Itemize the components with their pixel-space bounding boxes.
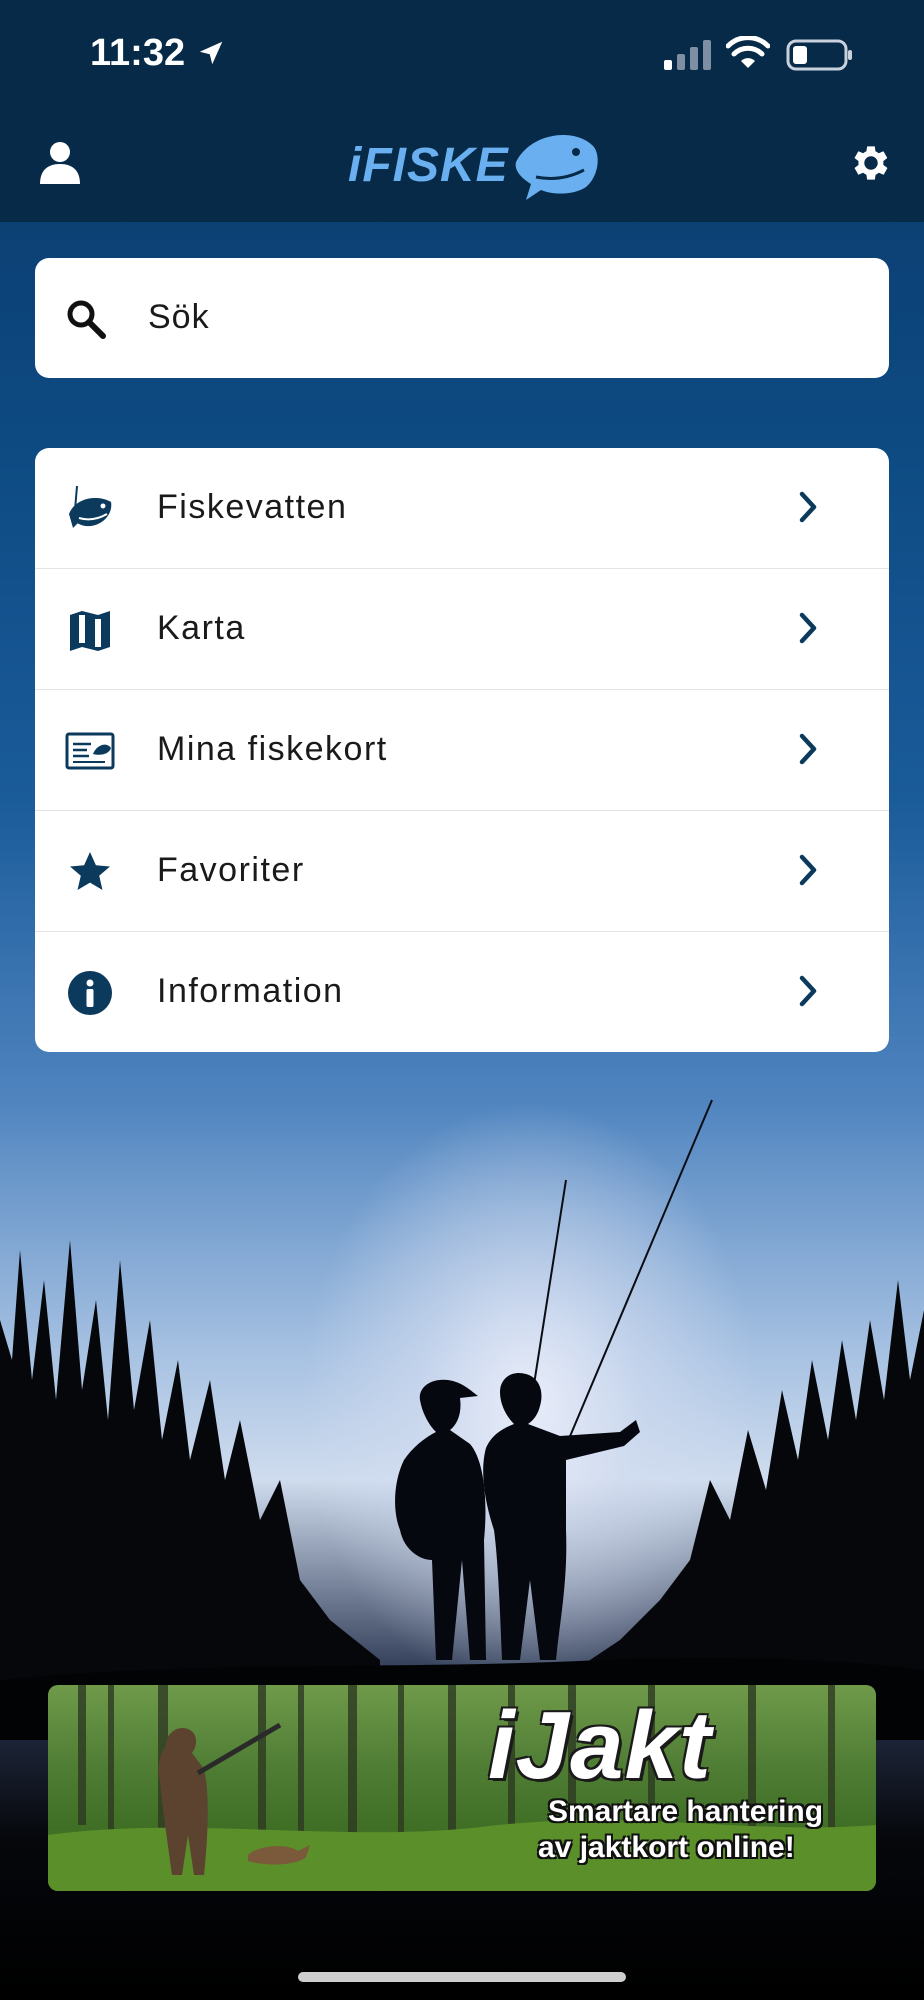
menu-item-favoriter[interactable]: Favoriter	[35, 811, 889, 932]
chevron-right-icon	[799, 854, 817, 886]
gear-icon[interactable]	[848, 140, 894, 186]
menu-item-information[interactable]: Information	[35, 932, 889, 1052]
menu-item-fiskevatten[interactable]: Fiskevatten	[35, 448, 889, 569]
menu-item-label: Information	[157, 972, 344, 1010]
wifi-icon	[726, 36, 770, 68]
status-bar: 11:32	[0, 0, 924, 110]
menu-item-label: Karta	[157, 609, 246, 647]
fish-logo-icon	[515, 135, 598, 200]
menu-item-mina-fiskekort[interactable]: Mina fiskekort	[35, 690, 889, 811]
id-card-icon	[65, 732, 115, 770]
info-icon	[68, 971, 112, 1015]
ad-title: iJakt	[488, 1692, 712, 1799]
main-menu: Fiskevatten Karta Mina fiskekort Favorit…	[35, 448, 889, 1052]
chevron-right-icon	[799, 975, 817, 1007]
anglers-silhouette-photo	[0, 1099, 924, 1740]
ifiske-logo: iFISKE	[348, 120, 598, 210]
cellular-signal-icon	[664, 40, 711, 70]
map-icon	[70, 611, 110, 651]
menu-item-karta[interactable]: Karta	[35, 569, 889, 690]
logo-text: iFISKE	[348, 139, 509, 192]
status-time: 11:32	[90, 32, 186, 74]
home-indicator[interactable]	[298, 1972, 626, 1982]
chevron-right-icon	[799, 491, 817, 523]
search-input[interactable]: Sök	[148, 298, 210, 337]
user-icon[interactable]	[40, 140, 80, 184]
fish-icon	[69, 485, 112, 528]
ad-tagline-line1: Smartare hantering	[548, 1795, 824, 1828]
search-icon	[67, 300, 106, 339]
battery-icon	[786, 39, 852, 71]
app-screen: 11:32 iFISKE Sök Fiskevatten Karta Mina …	[0, 0, 924, 2000]
location-arrow-icon	[199, 41, 223, 65]
chevron-right-icon	[799, 612, 817, 644]
menu-item-label: Fiskevatten	[157, 488, 348, 526]
app-header: iFISKE	[0, 110, 924, 222]
menu-item-label: Mina fiskekort	[157, 730, 388, 768]
star-icon	[70, 852, 110, 890]
menu-item-label: Favoriter	[157, 851, 305, 889]
chevron-right-icon	[799, 733, 817, 765]
ijakt-ad-banner[interactable]: iJakt Smartare hantering av jaktkort onl…	[48, 1685, 876, 1891]
search-bar[interactable]: Sök	[35, 258, 889, 378]
ad-tagline-line2: av jaktkort online!	[538, 1831, 795, 1864]
